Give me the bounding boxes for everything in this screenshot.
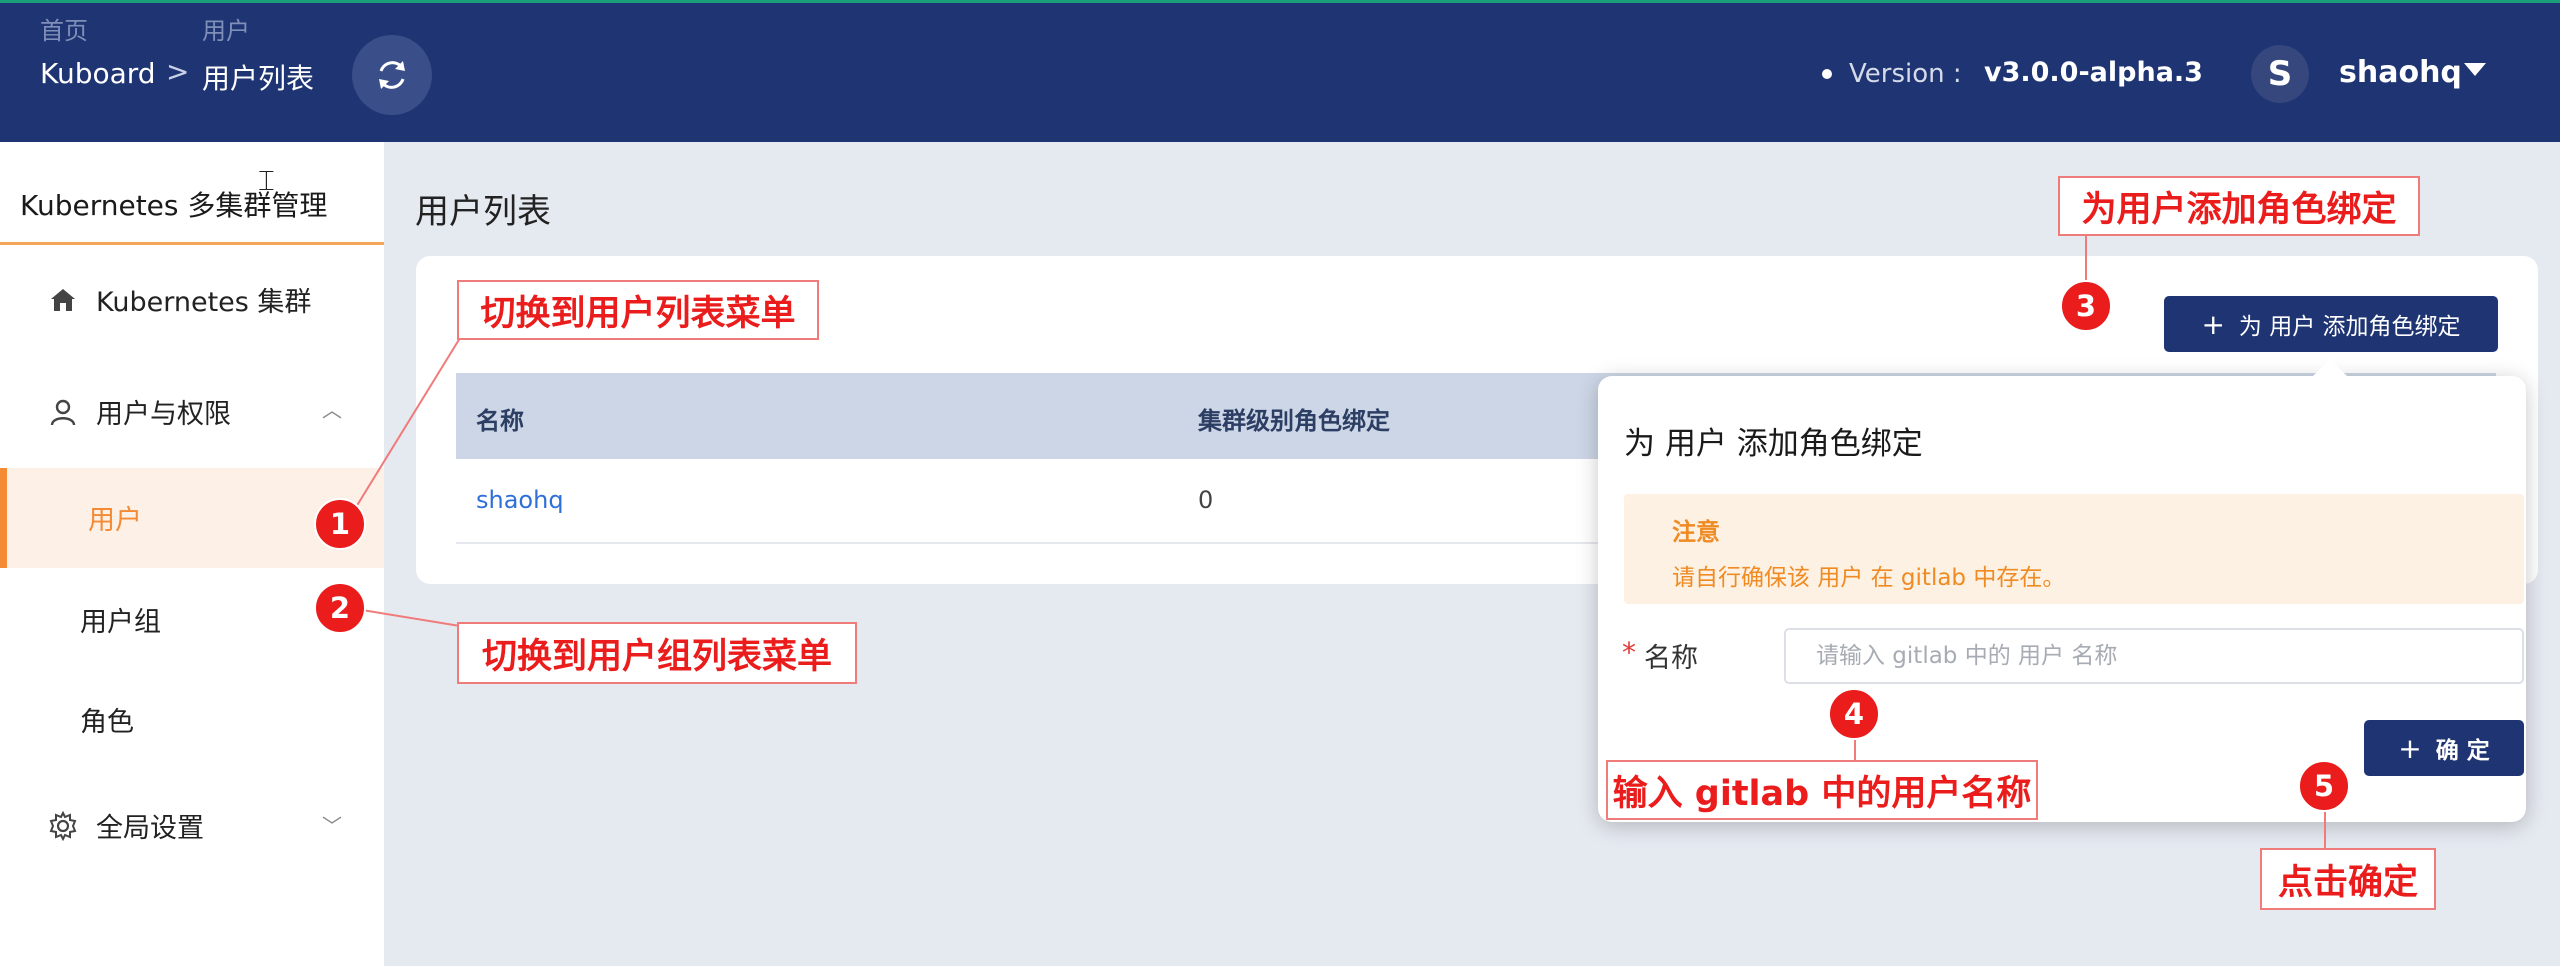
user-icon: [46, 395, 80, 429]
sidebar-item-roles[interactable]: 角色: [80, 700, 134, 739]
gear-icon: [46, 809, 80, 843]
annotation-3-label: 为用户添加角色绑定: [2058, 176, 2420, 236]
plus-icon: +: [2201, 307, 2225, 341]
version-value: v3.0.0-alpha.3: [1984, 57, 2203, 88]
version-label: Version :: [1849, 59, 1962, 89]
sidebar-title: Kubernetes 多集群管理: [20, 189, 328, 222]
breadcrumb-top-user: 用户: [202, 17, 250, 45]
required-asterisk: *: [1622, 636, 1636, 669]
popover-title: 为 用户 添加角色绑定: [1624, 426, 1923, 462]
username[interactable]: shaohq: [2339, 55, 2462, 90]
avatar[interactable]: S: [2251, 45, 2309, 103]
refresh-button[interactable]: [352, 35, 432, 115]
text-cursor-icon: ⌶: [258, 164, 275, 197]
plus-icon: +: [2398, 731, 2422, 765]
sidebar-item-label: 用户与权限: [96, 399, 231, 430]
annotation-4-label: 输入 gitlab 中的用户名称: [1606, 760, 2038, 820]
refresh-icon: [379, 61, 405, 89]
sidebar-item-users-permissions[interactable]: 用户与权限: [46, 392, 231, 431]
annotation-2-badge: 2: [314, 582, 366, 634]
breadcrumb-top-home: 首页: [40, 17, 88, 45]
column-header-cluster-roles[interactable]: 集群级别角色绑定: [1198, 401, 1390, 436]
sidebar-item-label: 用户: [88, 505, 142, 536]
column-header-name[interactable]: 名称: [476, 401, 524, 436]
sidebar-item-kubernetes-clusters[interactable]: Kubernetes 集群: [46, 280, 311, 319]
sidebar-title-underline: [0, 242, 384, 245]
notice-text: 请自行确保该 用户 在 gitlab 中存在。: [1672, 565, 2066, 591]
breadcrumb-separator: >: [166, 55, 190, 88]
caret-down-icon[interactable]: [2464, 63, 2486, 76]
annotation-1-badge: 1: [314, 498, 366, 550]
sidebar-item-global-settings[interactable]: 全局设置: [46, 806, 204, 845]
user-name-link[interactable]: shaohq: [476, 486, 564, 514]
confirm-button[interactable]: + 确 定: [2364, 720, 2524, 776]
notice-title: 注意: [1672, 518, 1720, 546]
sidebar-item-user-groups[interactable]: 用户组: [80, 600, 161, 639]
breadcrumb-user-list: 用户列表: [202, 62, 315, 95]
add-role-binding-label: 为 用户 添加角色绑定: [2238, 314, 2461, 340]
sidebar-item-label: 用户组: [80, 607, 161, 638]
sidebar-item-users[interactable]: 用户: [88, 498, 142, 537]
cluster-role-count: 0: [1198, 486, 1214, 514]
sidebar-item-label: Kubernetes 集群: [96, 287, 312, 318]
add-role-binding-button[interactable]: + 为 用户 添加角色绑定: [2164, 296, 2498, 352]
sidebar-item-label: 角色: [80, 707, 134, 738]
annotation-2-label: 切换到用户组列表菜单: [457, 622, 857, 684]
page-title: 用户列表: [415, 192, 551, 232]
annotation-5-badge: 5: [2298, 760, 2350, 812]
annotation-1-label: 切换到用户列表菜单: [457, 280, 819, 340]
name-field-label: 名称: [1644, 643, 1698, 674]
chevron-up-icon[interactable]: ︿: [322, 394, 342, 423]
name-input[interactable]: [1784, 628, 2524, 684]
home-icon: [46, 283, 80, 317]
confirm-button-label: 确 定: [2435, 738, 2490, 764]
sidebar: Kubernetes 多集群管理 Kubernetes 集群 用户与权限 ︿ 用…: [0, 142, 384, 966]
annotation-4-badge: 4: [1828, 688, 1880, 740]
annotation-5-label: 点击确定: [2260, 848, 2436, 910]
chevron-down-icon[interactable]: ﹀: [322, 810, 342, 839]
version-dot: [1822, 69, 1832, 79]
breadcrumb-kuboard[interactable]: Kuboard: [40, 57, 156, 90]
sidebar-active-indicator: [0, 468, 7, 568]
sidebar-item-label: 全局设置: [96, 813, 204, 844]
annotation-3-badge: 3: [2060, 280, 2112, 332]
top-header: 首页 用户 Kuboard > 用户列表 Version : v3.0.0-al…: [0, 0, 2560, 142]
